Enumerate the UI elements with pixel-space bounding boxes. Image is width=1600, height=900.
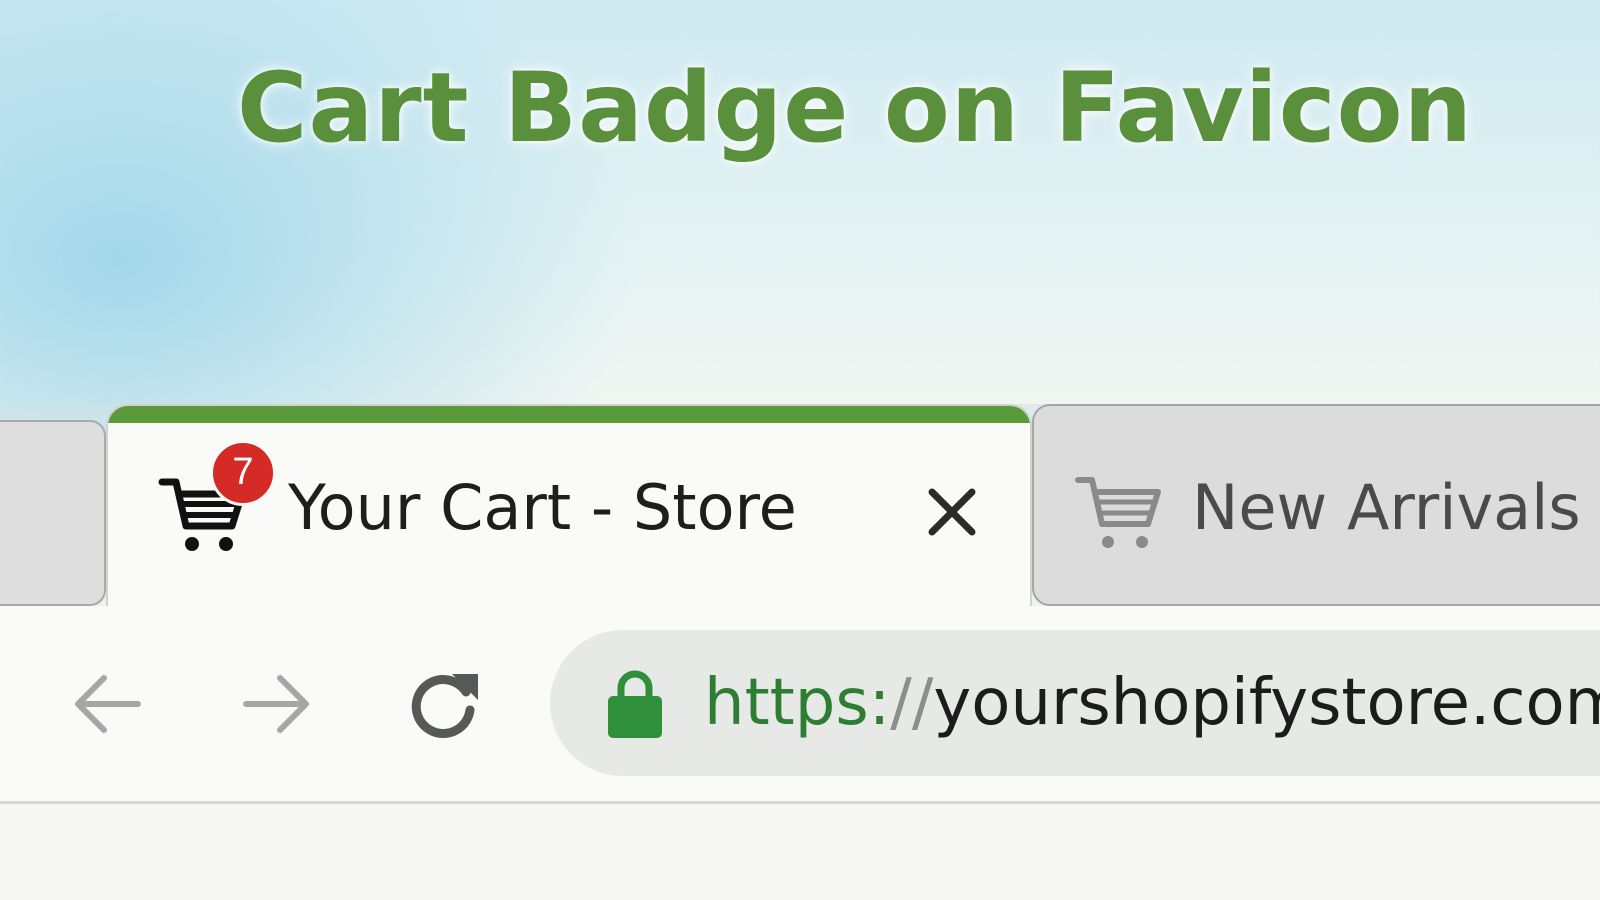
url-separator: // [890,666,934,740]
url-host: yourshopifystore.com [933,666,1600,740]
tab-title: New Arrivals [1192,471,1581,544]
tab-title: Your Cart - Store [288,471,797,544]
address-bar[interactable]: https://yourshopifystore.com [550,630,1600,776]
browser-toolbar: https://yourshopifystore.com [0,606,1600,804]
shopping-cart-icon [1075,477,1161,548]
browser-window: 7 Your Cart - Store New Arrivals https:/… [0,404,1600,900]
arrow-right-icon[interactable] [236,664,316,744]
tab-strip: 7 Your Cart - Store New Arrivals [0,404,1600,644]
active-tab-indicator [108,406,1030,423]
url-text[interactable]: https://yourshopifystore.com [704,660,1600,746]
url-scheme: https: [704,666,891,740]
reload-icon[interactable] [404,664,484,744]
headline: Cart Badge on Favicon [237,52,1473,164]
page-content [0,804,1600,900]
close-icon[interactable] [922,482,982,542]
lock-icon [608,670,662,738]
tab-new-arrivals[interactable]: New Arrivals [1032,404,1600,606]
arrow-left-icon[interactable] [68,664,148,744]
cart-count-badge: 7 [210,440,276,506]
tab-previous[interactable] [0,420,106,606]
